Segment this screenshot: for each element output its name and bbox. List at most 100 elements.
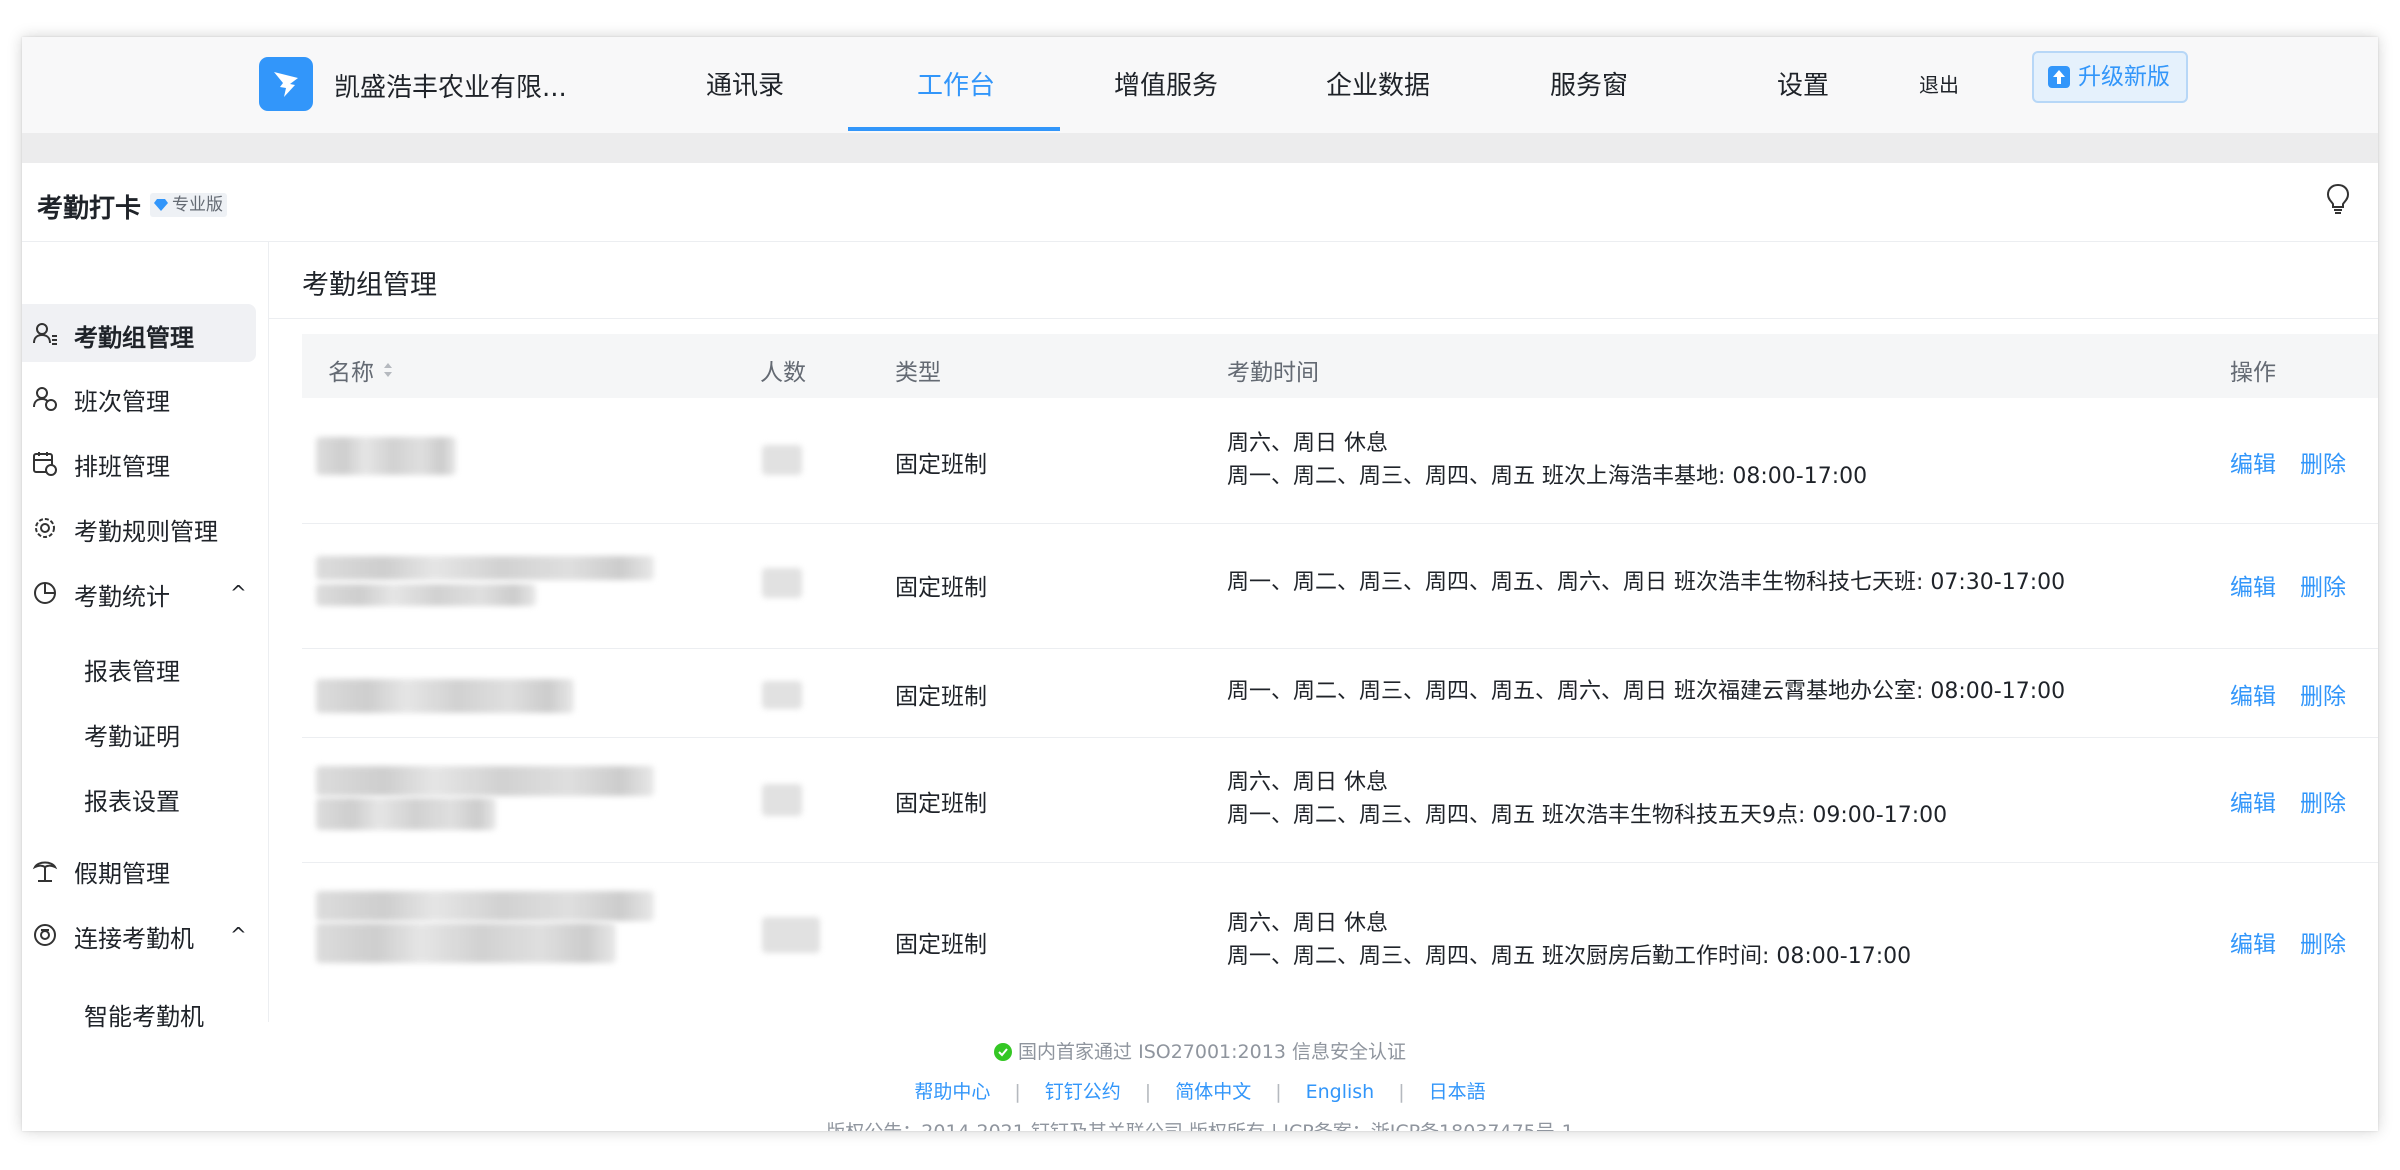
column-header-type: 类型 (895, 360, 941, 386)
redacted-count (762, 445, 802, 475)
sidebar-item-label: 考勤规则管理 (74, 518, 218, 546)
row-type: 固定班制 (895, 932, 987, 958)
redacted-count (762, 917, 820, 953)
sidebar-item-label: 考勤组管理 (74, 324, 194, 352)
shift-icon (33, 387, 57, 411)
app-window: 凯盛浩丰农业有限... 通讯录 工作台 增值服务 企业数据 服务窗 设置 退出 … (22, 37, 2378, 1131)
upgrade-label: 升级新版 (2078, 64, 2170, 90)
column-header-count: 人数 (760, 360, 806, 386)
sidebar-item-attendance-group[interactable]: 考勤组管理 (22, 304, 256, 362)
sidebar-item-scheduling[interactable]: 排班管理 (22, 433, 256, 491)
edit-link[interactable]: 编辑 (2230, 568, 2276, 602)
nav-contacts[interactable]: 通讯录 (706, 65, 784, 102)
chevron-up-icon[interactable]: ^ (230, 923, 247, 947)
column-header-time: 考勤时间 (1227, 360, 1319, 386)
chevron-up-icon[interactable]: ^ (230, 581, 247, 605)
sidebar-item-label: 假期管理 (74, 860, 170, 888)
link-separator: | (1275, 1081, 1282, 1103)
row-time-line: 周一、周二、周三、周四、周五 班次上海浩丰基地: 08:00-17:00 (1227, 464, 1868, 489)
sidebar-item-statistics[interactable]: 考勤统计 ^ (22, 563, 256, 621)
help-center-link[interactable]: 帮助中心 (914, 1081, 990, 1103)
redacted-count (762, 681, 802, 709)
delete-link[interactable]: 删除 (2300, 925, 2346, 959)
sidebar-subitem-smart-machine[interactable]: 智能考勤机 (84, 997, 204, 1032)
row-time-line: 周一、周二、周三、周四、周五 班次厨房后勤工作时间: 08:00-17:00 (1227, 944, 1912, 969)
sort-icon[interactable] (382, 361, 394, 379)
verified-check-icon (994, 1043, 1013, 1061)
nav-enterprise-data[interactable]: 企业数据 (1326, 65, 1430, 102)
link-separator: | (1398, 1081, 1405, 1103)
sidebar-item-label: 班次管理 (74, 388, 170, 416)
delete-link[interactable]: 删除 (2300, 568, 2346, 602)
language-zh-link[interactable]: 简体中文 (1175, 1081, 1251, 1103)
table-header: 名称 人数 类型 考勤时间 操作 (302, 334, 2378, 398)
redacted-count (762, 568, 802, 598)
sidebar-item-attendance-machine[interactable]: 连接考勤机 ^ (22, 905, 256, 963)
redacted-name (316, 437, 456, 475)
row-time: 周六、周日 休息 周一、周二、周三、周四、周五 班次浩丰生物科技五天9点: 09… (1227, 766, 1947, 832)
nav-settings[interactable]: 设置 (1777, 65, 1829, 102)
cert-text: 国内首家通过 ISO27001:2013 信息安全认证 (1018, 1041, 1406, 1063)
sidebar-subitem-reports[interactable]: 报表管理 (84, 652, 180, 687)
edit-link[interactable]: 编辑 (2230, 445, 2276, 479)
edit-link[interactable]: 编辑 (2230, 784, 2276, 818)
delete-link[interactable]: 删除 (2300, 677, 2346, 711)
sidebar-subitem-attendance-proof[interactable]: 考勤证明 (84, 717, 180, 752)
row-time-line: 周六、周日 休息 (1227, 911, 1388, 936)
footer-links: 帮助中心 | 钉钉公约 | 简体中文 | English | 日本語 (22, 1077, 2378, 1104)
nav-workbench[interactable]: 工作台 (917, 65, 995, 102)
edit-link[interactable]: 编辑 (2230, 677, 2276, 711)
table-row: 固定班制 周六、周日 休息 周一、周二、周三、周四、周五 班次上海浩丰基地: 0… (302, 399, 2378, 524)
app-header: 考勤打卡 专业版 (22, 163, 2378, 242)
column-header-name[interactable]: 名称 (328, 353, 394, 387)
sidebar-subitem-report-settings[interactable]: 报表设置 (84, 782, 180, 817)
row-type: 固定班制 (895, 575, 987, 601)
table-row: 固定班制 周一、周二、周三、周四、周五、周六、周日 班次浩丰生物科技七天班: 0… (302, 524, 2378, 649)
redacted-name (316, 679, 574, 713)
security-certification: 国内首家通过 ISO27001:2013 信息安全认证 (22, 1037, 2378, 1064)
nav-service-window[interactable]: 服务窗 (1550, 65, 1628, 102)
chart-icon (34, 582, 56, 604)
nav-value-added-services[interactable]: 增值服务 (1114, 65, 1218, 102)
row-time: 周一、周二、周三、周四、周五、周六、周日 班次浩丰生物科技七天班: 07:30-… (1227, 566, 2065, 599)
divider (269, 318, 2378, 319)
calendar-icon (33, 452, 57, 476)
redacted-name (316, 923, 616, 963)
device-icon (34, 924, 56, 946)
copyright-text: 版权公告：2014-2021 钉钉及其关联公司 版权所有 | ICP备案：浙IC… (22, 1117, 2378, 1131)
palm-tree-icon (32, 861, 58, 882)
dingtalk-logo-icon[interactable] (259, 57, 313, 111)
language-en-link[interactable]: English (1306, 1081, 1375, 1103)
lightbulb-icon[interactable] (2325, 183, 2351, 215)
app-title: 考勤打卡 (37, 194, 142, 224)
row-type: 固定班制 (895, 452, 987, 478)
language-ja-link[interactable]: 日本語 (1429, 1081, 1486, 1103)
redacted-name (316, 766, 654, 796)
sidebar-item-shifts[interactable]: 班次管理 (22, 368, 256, 426)
redacted-name (316, 556, 654, 580)
page-title: 考勤组管理 (302, 270, 437, 301)
row-type: 固定班制 (895, 791, 987, 817)
sidebar-item-leave[interactable]: 假期管理 (22, 840, 256, 898)
link-separator: | (1144, 1081, 1152, 1103)
header-divider (22, 133, 2378, 163)
edition-badge: 专业版 (150, 193, 227, 217)
dingtalk-convention-link[interactable]: 钉钉公约 (1045, 1081, 1121, 1103)
group-icon (33, 323, 57, 345)
top-nav: 凯盛浩丰农业有限... 通讯录 工作台 增值服务 企业数据 服务窗 设置 退出 … (22, 37, 2378, 133)
sidebar-item-label: 考勤统计 (74, 583, 170, 611)
row-time-line: 周一、周二、周三、周四、周五、周六、周日 班次福建云霄基地办公室: 08:00-… (1227, 679, 2066, 704)
redacted-count (762, 784, 802, 816)
table-row: 固定班制 周一、周二、周三、周四、周五、周六、周日 班次福建云霄基地办公室: 0… (302, 649, 2378, 738)
upgrade-button[interactable]: 升级新版 (2032, 51, 2188, 103)
delete-link[interactable]: 删除 (2300, 445, 2346, 479)
row-time: 周六、周日 休息 周一、周二、周三、周四、周五 班次厨房后勤工作时间: 08:0… (1227, 907, 1911, 973)
logout-link[interactable]: 退出 (1919, 69, 1959, 98)
edition-label: 专业版 (172, 195, 223, 215)
delete-link[interactable]: 删除 (2300, 784, 2346, 818)
sidebar-item-rules[interactable]: 考勤规则管理 (22, 498, 256, 556)
active-tab-indicator (848, 127, 1060, 131)
company-name[interactable]: 凯盛浩丰农业有限... (334, 67, 567, 104)
edit-link[interactable]: 编辑 (2230, 925, 2276, 959)
table-row: 固定班制 周六、周日 休息 周一、周二、周三、周四、周五 班次浩丰生物科技五天9… (302, 738, 2378, 863)
